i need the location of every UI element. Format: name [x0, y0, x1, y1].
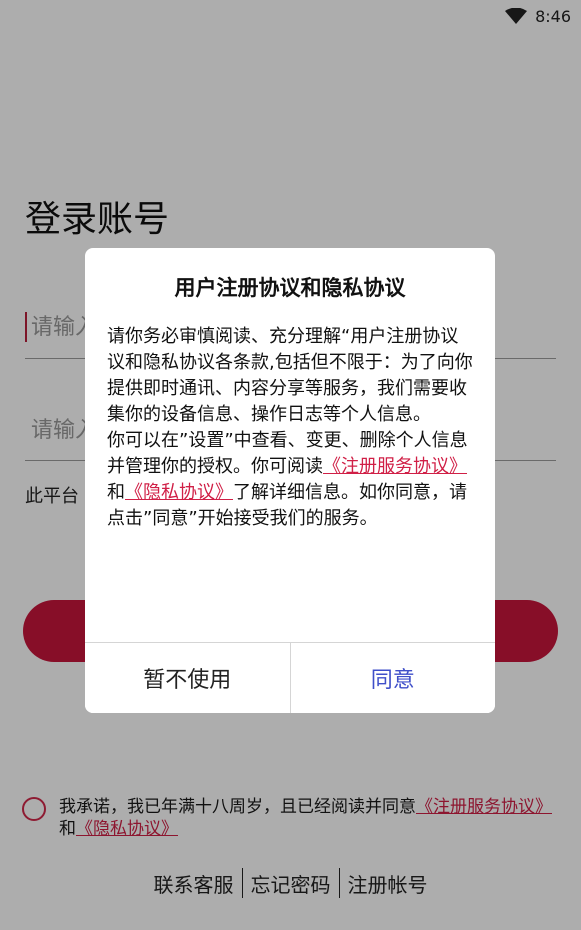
decline-button[interactable]: 暂不使用	[85, 643, 291, 713]
dialog-paragraph-2: 你可以在”设置”中查看、变更、删除个人信息并管理你的授权。你可阅读《注册服务协议…	[107, 428, 473, 532]
agree-button[interactable]: 同意	[290, 643, 495, 713]
dialog-body: 请你务必审慎阅读、充分理解“用户注册协议议和隐私协议各条款,包括但不限于：为了向…	[85, 302, 495, 622]
dialog-register-agreement-link[interactable]: 《注册服务协议》	[323, 456, 467, 477]
agreement-dialog: 用户注册协议和隐私协议 请你务必审慎阅读、充分理解“用户注册协议议和隐私协议各条…	[85, 248, 495, 713]
dialog-conj: 和	[107, 482, 125, 503]
dialog-privacy-agreement-link[interactable]: 《隐私协议》	[125, 482, 233, 503]
dialog-paragraph-1: 请你务必审慎阅读、充分理解“用户注册协议议和隐私协议各条款,包括但不限于：为了向…	[107, 326, 473, 425]
dialog-actions: 暂不使用 同意	[85, 642, 495, 713]
dialog-title: 用户注册协议和隐私协议	[174, 276, 406, 300]
